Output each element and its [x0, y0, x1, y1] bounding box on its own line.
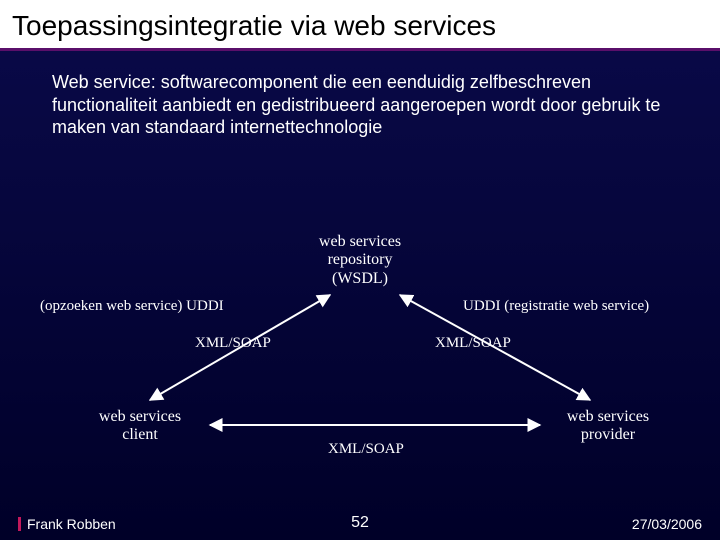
node-client-label: web servicesclient [99, 408, 181, 443]
node-provider-label: web servicesprovider [567, 408, 649, 443]
edge-label-uddi-right: UDDI (registratie web service) [463, 298, 649, 315]
page-title: Toepassingsintegratie via web services [12, 10, 708, 42]
edge-label-xml-bottom: XML/SOAP [328, 441, 404, 458]
intro-text: Web service: softwarecomponent die een e… [0, 51, 720, 139]
footer-page: 52 [351, 514, 369, 532]
footer-author: Frank Robben [18, 516, 116, 532]
diagram: web servicesrepository(WSDL) web service… [0, 195, 720, 485]
slide-header: Toepassingsintegratie via web services [0, 0, 720, 51]
edge-label-xml-left: XML/SOAP [195, 335, 271, 352]
node-repository: web servicesrepository(WSDL) [300, 233, 420, 288]
slide-footer: Frank Robben 52 27/03/2006 [0, 508, 720, 540]
edge-label-xml-right: XML/SOAP [435, 335, 511, 352]
node-provider: web servicesprovider [548, 408, 668, 445]
footer-date: 27/03/2006 [632, 516, 702, 532]
edge-label-uddi-left: (opzoeken web service) UDDI [40, 298, 224, 315]
node-client: web servicesclient [80, 408, 200, 445]
node-repository-label: web servicesrepository(WSDL) [319, 233, 401, 287]
